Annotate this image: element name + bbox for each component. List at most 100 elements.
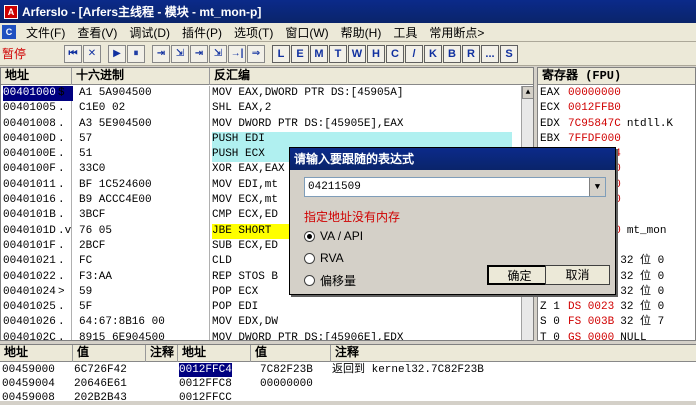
log-window-button[interactable]: L — [272, 44, 290, 63]
breakpoints-button[interactable]: B — [443, 44, 461, 63]
disasm-row[interactable]: 0040100D. 57 PUSH EDI — [1, 131, 521, 148]
menu-options[interactable]: 选项(T) — [228, 24, 279, 41]
threads-button[interactable]: T — [329, 44, 347, 63]
dump-val-header[interactable]: 值 — [72, 345, 89, 362]
register-row[interactable]: Z 1 DS 0023 32 位 0 — [538, 300, 695, 315]
stack-note-header[interactable]: 注释 — [330, 345, 359, 362]
close-button[interactable]: ✕ — [83, 44, 101, 63]
row-marker: . — [58, 239, 65, 252]
register-extra: mt_mon — [626, 224, 667, 237]
row-hex: A1 5A904500 — [79, 87, 152, 99]
row-hex: F3:AA — [79, 270, 113, 283]
menu-view[interactable]: 查看(V) — [71, 24, 123, 41]
register-row[interactable]: EBX 7FFDF000 — [538, 132, 695, 147]
register-row[interactable]: S 0 FS 003B 32 位 7 — [538, 315, 695, 330]
windows-button[interactable]: W — [348, 44, 366, 63]
stack-val-header[interactable]: 值 — [250, 345, 267, 362]
run-button[interactable]: ▶ — [108, 44, 126, 63]
register-row[interactable]: T 0 GS 0000 NULL — [538, 331, 695, 340]
modules-button[interactable]: E — [291, 44, 309, 63]
menu-breakpoints[interactable]: 常用断点> — [423, 24, 490, 41]
pause-button[interactable]: ⏸ — [127, 44, 145, 63]
restart-button[interactable]: ⏮ — [64, 44, 82, 63]
register-value: 7FFDF000 — [568, 132, 621, 145]
register-row[interactable]: ECX 0012FFB0 — [538, 101, 695, 116]
step-over-button[interactable]: ⇲ — [171, 44, 189, 63]
menu-tools[interactable]: 工具 — [387, 24, 423, 41]
radio-dot-icon[interactable] — [304, 275, 315, 286]
register-extra: 32 位 7 — [620, 316, 665, 329]
menu-file[interactable]: 文件(F) — [20, 24, 71, 41]
stack-value[interactable]: 7C82F23B — [260, 363, 313, 377]
patches-button[interactable]: / — [405, 44, 423, 63]
disasm-row[interactable]: 00401026. 64:67:8B16 00 MOV EDX,DW — [1, 315, 521, 330]
disasm-row[interactable]: 0040102C. 8915 6E904500 MOV DWORD PTR DS:[… — [1, 331, 521, 340]
dump-value[interactable]: 20646E61 — [74, 377, 127, 391]
step-into-button[interactable]: ⇥ — [152, 44, 170, 63]
register-row[interactable]: EAX 00000000 — [538, 86, 695, 101]
row-hex: 57 — [79, 132, 93, 145]
register-extra: 32 位 0 — [620, 301, 665, 314]
run-trace-button[interactable]: ... — [481, 44, 499, 63]
menu-window[interactable]: 窗口(W) — [279, 24, 334, 41]
source-button[interactable]: S — [500, 44, 518, 63]
addr-column-header[interactable]: 地址 — [1, 68, 29, 85]
row-marker: . — [58, 148, 65, 161]
register-value: 7C95847C — [568, 117, 621, 130]
radio-offset[interactable]: 偏移量 — [304, 272, 356, 289]
radio-va-api[interactable]: VA / API — [304, 229, 363, 243]
ok-button[interactable]: 确定 — [487, 265, 552, 285]
hex-column-header[interactable]: 十六进制 — [71, 68, 124, 85]
menu-plugins[interactable]: 插件(P) — [176, 24, 228, 41]
references-button[interactable]: R — [462, 44, 480, 63]
register-row[interactable]: EDX 7C95847C ntdll.K — [538, 117, 695, 132]
disasm-column-header[interactable]: 反汇编 — [209, 68, 250, 85]
stack-comment[interactable]: 返回到 kernel32.7C82F23B — [332, 363, 484, 377]
memory-button[interactable]: M — [310, 44, 328, 63]
dump-note-header[interactable]: 注释 — [145, 345, 174, 362]
execute-till-return-button[interactable]: →| — [228, 44, 246, 63]
trace-into-button[interactable]: ⇥ — [190, 44, 208, 63]
dump-address[interactable]: 00459000 — [2, 363, 55, 377]
stack-address[interactable]: 0012FFCC — [179, 391, 232, 405]
register-extra: ntdll.K — [626, 117, 674, 130]
row-hex: 33C0 — [79, 163, 106, 176]
window-title: ArfersIo - [Arfers主线程 - 模块 - mt_mon-p] — [22, 5, 262, 19]
disasm-row[interactable]: 00401025. 5F POP EDI — [1, 300, 521, 315]
disasm-row[interactable]: 00401000 $ A1 5A904500 MOV EAX,DWORD PTR DS… — [1, 86, 521, 102]
dump-address[interactable]: 00459004 — [2, 377, 55, 391]
cancel-button[interactable]: 取消 — [545, 265, 610, 285]
dump-value[interactable]: 6C726F42 — [74, 363, 127, 377]
dump-addr-header[interactable]: 地址 — [0, 345, 28, 362]
radio-dot-icon[interactable] — [304, 230, 315, 242]
handles-button[interactable]: H — [367, 44, 385, 63]
row-hex: 76 05 — [79, 224, 113, 237]
expression-input[interactable]: 04211509 ▼ — [304, 177, 606, 197]
disasm-row[interactable]: 00401005. C1E0 02 SHL EAX,2 — [1, 101, 521, 116]
row-hex: 2BCF — [79, 239, 106, 252]
call-stack-button[interactable]: K — [424, 44, 442, 63]
menu-help[interactable]: 帮助(H) — [335, 24, 388, 41]
dump-value[interactable]: 202B2B43 — [74, 391, 127, 405]
system-menu-icon[interactable]: C — [2, 25, 16, 39]
register-extra: 32 位 0 — [620, 270, 665, 283]
stack-value[interactable]: 00000000 — [260, 377, 313, 391]
cpu-button[interactable]: C — [386, 44, 404, 63]
menu-bar: C 文件(F) 查看(V) 调试(D) 插件(P) 选项(T) 窗口(W) 帮助… — [0, 23, 696, 42]
stack-addr-header[interactable]: 地址 — [177, 345, 206, 362]
row-hex: A3 5E904500 — [79, 117, 152, 130]
row-hex: 59 — [79, 285, 93, 298]
trace-over-button[interactable]: ⇲ — [209, 44, 227, 63]
chevron-down-icon[interactable]: ▼ — [589, 178, 605, 196]
dump-address[interactable]: 00459008 — [2, 391, 55, 405]
row-marker: . — [58, 316, 65, 329]
menu-debug[interactable]: 调试(D) — [123, 24, 176, 41]
register-name: EDX — [540, 117, 560, 130]
radio-rva[interactable]: RVA — [304, 251, 344, 265]
goto-button[interactable]: ⇒ — [247, 44, 265, 63]
disasm-row[interactable]: 00401008. A3 5E904500 MOV DWORD PTR DS:[45… — [1, 117, 521, 132]
stack-address[interactable]: 0012FFC4 — [179, 363, 232, 377]
stack-address[interactable]: 0012FFC8 — [179, 377, 232, 391]
scroll-up-icon[interactable]: ▲ — [522, 86, 533, 99]
radio-dot-icon[interactable] — [304, 252, 315, 264]
